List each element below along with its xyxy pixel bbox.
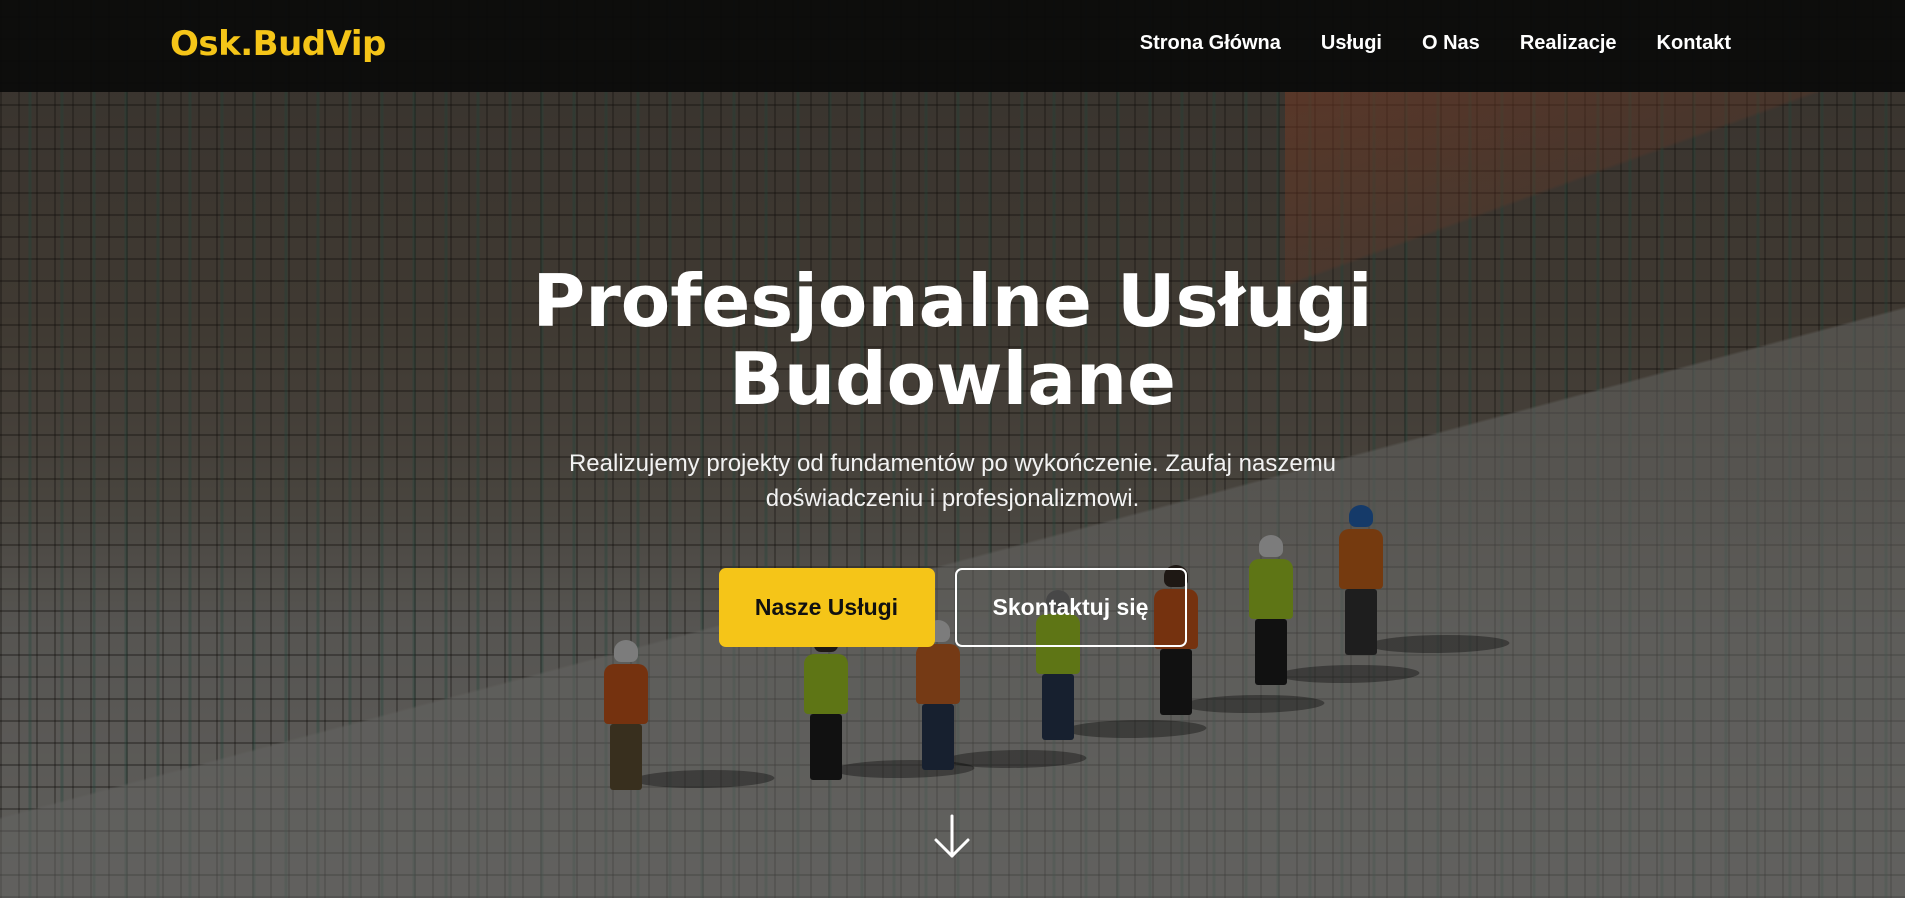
navbar: Osk.BudVip Strona Główna Usługi O Nas Re… xyxy=(0,0,1905,92)
nav-link-about[interactable]: O Nas xyxy=(1422,32,1480,55)
hero-button-group: Nasze Usługi Skontaktuj się xyxy=(0,568,1905,647)
nav-link-projects[interactable]: Realizacje xyxy=(1520,32,1617,55)
our-services-button[interactable]: Nasze Usługi xyxy=(718,568,935,647)
page: Osk.BudVip Strona Główna Usługi O Nas Re… xyxy=(0,0,1905,898)
hero-title: Profesjonalne Usługi Budowlane xyxy=(532,259,1373,421)
contact-us-button[interactable]: Skontaktuj się xyxy=(954,568,1187,647)
hero-subtitle: Realizujemy projekty od fundamentów po w… xyxy=(568,450,1337,512)
nav-link-contact[interactable]: Kontakt xyxy=(1657,32,1731,55)
nav-link-home[interactable]: Strona Główna xyxy=(1140,32,1281,55)
brand-logo[interactable]: Osk.BudVip xyxy=(170,24,386,64)
arrow-down-icon[interactable] xyxy=(930,812,974,862)
hero-section: Profesjonalne Usługi Budowlane Realizuje… xyxy=(0,262,1905,647)
nav-link-services[interactable]: Usługi xyxy=(1321,32,1382,55)
main-nav: Strona Główna Usługi O Nas Realizacje Ko… xyxy=(1140,32,1731,55)
